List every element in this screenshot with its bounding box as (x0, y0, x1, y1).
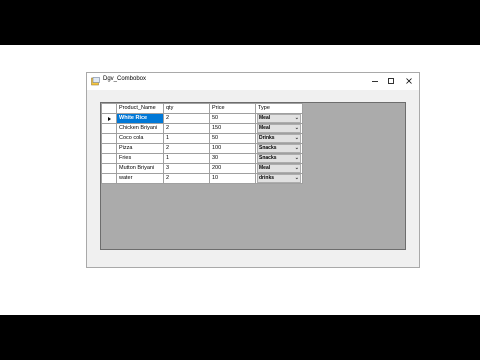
row-header[interactable] (101, 113, 117, 124)
table-row: Pizza 2 100 Snacks ⌄ (101, 143, 303, 154)
row-header[interactable] (101, 143, 117, 154)
close-button[interactable] (401, 75, 417, 87)
row-header[interactable] (101, 153, 117, 164)
chevron-down-icon: ⌄ (294, 175, 299, 181)
cell-qty[interactable]: 2 (163, 143, 210, 154)
cell-qty[interactable]: 1 (163, 133, 210, 144)
window-title: Dgv_Combobox (103, 76, 147, 82)
type-combobox[interactable]: Drinks ⌄ (257, 134, 301, 143)
letterbox-top (0, 0, 480, 45)
column-header-price[interactable]: Price (209, 103, 256, 114)
cell-product-name[interactable]: White Rice (116, 113, 164, 124)
type-combobox[interactable]: Snacks ⌄ (257, 144, 301, 153)
row-header[interactable] (101, 133, 117, 144)
combobox-value: Snacks (259, 155, 277, 161)
table-row: White Rice 2 50 Meal ⌄ (101, 113, 303, 124)
type-combobox[interactable]: Snacks ⌄ (257, 154, 301, 163)
maximize-button[interactable] (383, 75, 399, 87)
cell-price[interactable]: 100 (209, 143, 256, 154)
cell-type: drinks ⌄ (255, 173, 303, 184)
combobox-value: Snacks (259, 145, 277, 151)
cell-price[interactable]: 50 (209, 133, 256, 144)
cell-price[interactable]: 200 (209, 163, 256, 174)
cell-product-name[interactable]: Pizza (116, 143, 164, 154)
cell-qty[interactable]: 1 (163, 153, 210, 164)
cell-qty[interactable]: 3 (163, 163, 210, 174)
app-icon (91, 77, 100, 86)
app-window: Dgv_Combobox Product_Name qty Price Type (86, 72, 420, 268)
cell-price[interactable]: 30 (209, 153, 256, 164)
row-header[interactable] (101, 173, 117, 184)
cell-qty[interactable]: 2 (163, 123, 210, 134)
data-grid-table: Product_Name qty Price Type White Rice 2… (101, 103, 303, 184)
type-combobox[interactable]: drinks ⌄ (257, 174, 301, 183)
cell-type: Meal ⌄ (255, 123, 303, 134)
chevron-down-icon: ⌄ (294, 125, 299, 131)
cell-price[interactable]: 50 (209, 113, 256, 124)
top-left-header-cell[interactable] (101, 103, 117, 114)
letterbox-bottom (0, 315, 480, 360)
table-row: Chicken Briyani 2 150 Meal ⌄ (101, 123, 303, 134)
combobox-value: Drinks (259, 135, 275, 141)
cell-qty[interactable]: 2 (163, 173, 210, 184)
type-combobox[interactable]: Meal ⌄ (257, 124, 301, 133)
type-combobox[interactable]: Meal ⌄ (257, 114, 301, 123)
combobox-value: Meal (259, 125, 271, 131)
combobox-value: drinks (259, 175, 275, 181)
combobox-value: Meal (259, 115, 271, 121)
column-header-qty[interactable]: qty (163, 103, 210, 114)
combobox-value: Meal (259, 165, 271, 171)
cell-type: Snacks ⌄ (255, 153, 303, 164)
cell-price[interactable]: 10 (209, 173, 256, 184)
cell-qty[interactable]: 2 (163, 113, 210, 124)
cell-product-name[interactable]: Coco cola (116, 133, 164, 144)
cell-product-name[interactable]: Mutton Briyani (116, 163, 164, 174)
chevron-down-icon: ⌄ (294, 145, 299, 151)
row-pointer-icon (107, 116, 111, 121)
cell-type: Snacks ⌄ (255, 143, 303, 154)
cell-product-name[interactable]: water (116, 173, 164, 184)
table-row: water 2 10 drinks ⌄ (101, 173, 303, 184)
table-row: Mutton Briyani 3 200 Meal ⌄ (101, 163, 303, 174)
table-row: Coco cola 1 50 Drinks ⌄ (101, 133, 303, 144)
column-header-type[interactable]: Type (255, 103, 303, 114)
chevron-down-icon: ⌄ (294, 165, 299, 171)
row-header[interactable] (101, 123, 117, 134)
cell-type: Meal ⌄ (255, 163, 303, 174)
row-header[interactable] (101, 163, 117, 174)
minimize-icon (372, 81, 378, 82)
minimize-button[interactable] (367, 75, 383, 87)
cell-product-name[interactable]: Chicken Briyani (116, 123, 164, 134)
chevron-down-icon: ⌄ (294, 135, 299, 141)
chevron-down-icon: ⌄ (294, 115, 299, 121)
cell-type: Meal ⌄ (255, 113, 303, 124)
maximize-icon (388, 78, 394, 84)
close-icon (406, 78, 412, 84)
data-grid-view[interactable]: Product_Name qty Price Type White Rice 2… (100, 102, 406, 250)
table-row: Fries 1 30 Snacks ⌄ (101, 153, 303, 164)
column-header-product-name[interactable]: Product_Name (116, 103, 164, 114)
header-row: Product_Name qty Price Type (101, 103, 303, 114)
title-bar[interactable]: Dgv_Combobox (87, 73, 419, 90)
chevron-down-icon: ⌄ (294, 155, 299, 161)
type-combobox[interactable]: Meal ⌄ (257, 164, 301, 173)
cell-product-name[interactable]: Fries (116, 153, 164, 164)
cell-type: Drinks ⌄ (255, 133, 303, 144)
cell-price[interactable]: 150 (209, 123, 256, 134)
